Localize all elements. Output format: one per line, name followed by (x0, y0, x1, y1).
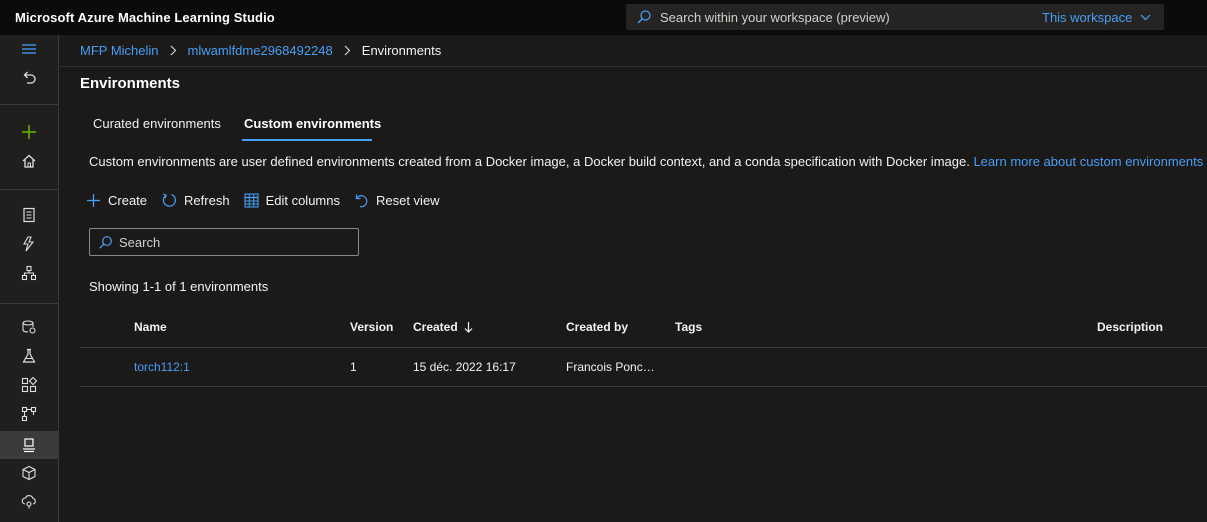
add-icon[interactable] (19, 122, 39, 142)
description-text: Custom environments are user defined env… (89, 154, 970, 169)
top-bar: Microsoft Azure Machine Learning Studio … (0, 0, 1207, 35)
edit-columns-label: Edit columns (265, 192, 340, 208)
create-label: Create (108, 192, 148, 208)
cell-version: 1 (350, 360, 357, 374)
notebook-icon[interactable] (19, 205, 39, 225)
chevron-right-icon (170, 45, 177, 56)
app-title[interactable]: Microsoft Azure Machine Learning Studio (15, 10, 275, 25)
refresh-icon (162, 193, 177, 207)
column-header-created-by[interactable]: Created by (566, 320, 628, 334)
reset-view-button[interactable]: Reset view (354, 193, 440, 208)
column-header-version[interactable]: Version (350, 320, 393, 334)
selected-tab-indicator (242, 139, 372, 141)
header-divider (58, 66, 1207, 67)
page-title: Environments (80, 75, 181, 92)
column-header-created[interactable]: Created (413, 320, 473, 334)
jobs-icon[interactable] (19, 346, 39, 366)
global-search-box[interactable]: Search within your workspace (preview) T… (626, 4, 1164, 30)
tab-custom-environments[interactable]: Custom environments (244, 116, 381, 131)
edit-columns-button[interactable]: Edit columns (244, 193, 340, 208)
column-header-created-label: Created (413, 320, 458, 334)
environments-icon[interactable] (19, 435, 39, 455)
data-icon[interactable] (19, 317, 39, 337)
sort-descending-icon (464, 322, 473, 333)
scope-dropdown[interactable]: This workspace (1042, 10, 1151, 25)
add-icon (87, 193, 100, 207)
environment-search-box[interactable] (89, 228, 359, 256)
search-icon (636, 9, 652, 25)
automl-icon[interactable] (19, 234, 39, 254)
undo-icon (355, 194, 368, 207)
designer-icon[interactable] (19, 263, 39, 283)
breadcrumb-workspace-group[interactable]: MFP Michelin (80, 43, 159, 58)
search-icon (99, 235, 112, 249)
table-icon (244, 192, 259, 208)
column-header-description[interactable]: Description (1097, 320, 1163, 334)
nav-divider (0, 303, 58, 304)
hamburger-icon[interactable] (19, 39, 39, 59)
chevron-down-icon (1140, 14, 1151, 21)
nav-divider (0, 104, 58, 105)
nav-divider (0, 189, 58, 190)
cell-created-by: Francois Ponch... (566, 360, 658, 374)
tab-curated-environments[interactable]: Curated environments (93, 116, 221, 131)
column-header-name[interactable]: Name (134, 320, 167, 334)
breadcrumb: MFP Michelin mlwamlfdme2968492248 Enviro… (80, 41, 441, 59)
refresh-label: Refresh (184, 192, 230, 208)
reset-view-label: Reset view (375, 192, 440, 208)
command-bar: Create Refresh Edit columns Reset view (86, 190, 454, 210)
home-icon[interactable] (19, 151, 39, 171)
pipelines-icon[interactable] (19, 404, 39, 424)
table-row-divider (80, 386, 1207, 387)
learn-more-link[interactable]: Learn more about custom environments (973, 154, 1203, 169)
global-search-placeholder[interactable]: Search within your workspace (preview) (660, 10, 890, 25)
page-description: Custom environments are user defined env… (89, 154, 1207, 170)
breadcrumb-current: Environments (361, 42, 442, 58)
components-icon[interactable] (19, 375, 39, 395)
endpoints-icon[interactable] (19, 491, 39, 511)
breadcrumb-workspace[interactable]: mlwamlfdme2968492248 (188, 43, 333, 58)
cell-created: 15 déc. 2022 16:17 (413, 360, 516, 374)
column-header-tags[interactable]: Tags (675, 320, 702, 334)
scope-label: This workspace (1042, 10, 1133, 25)
table-header-divider (80, 347, 1207, 348)
result-count: Showing 1-1 of 1 environments (89, 279, 269, 294)
search-input[interactable] (119, 234, 339, 250)
create-button[interactable]: Create (86, 193, 147, 208)
back-icon[interactable] (19, 67, 39, 87)
chevron-right-icon (344, 45, 351, 56)
environment-name-link[interactable]: torch112:1 (134, 360, 190, 374)
models-icon[interactable] (19, 463, 39, 483)
left-nav (0, 35, 59, 522)
refresh-button[interactable]: Refresh (161, 192, 230, 208)
